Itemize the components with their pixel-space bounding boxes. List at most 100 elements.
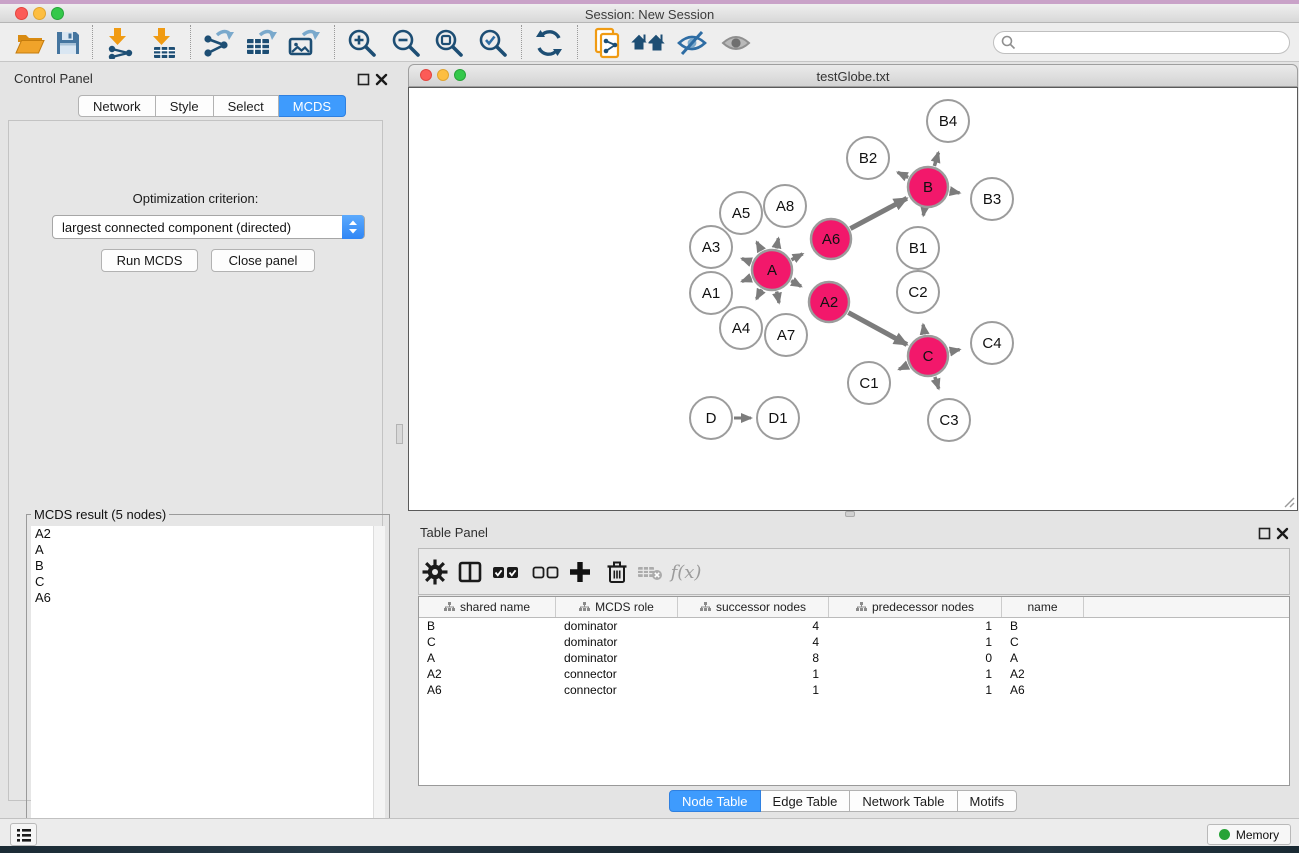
graph-node-A2[interactable]: A2 [809, 282, 849, 322]
mcds-result-list[interactable]: A2ABCA6 [31, 526, 385, 849]
tab-network-table[interactable]: Network Table [850, 790, 957, 812]
graph-edge-A-A4[interactable] [757, 289, 762, 298]
criterion-dropdown[interactable]: largest connected component (directed) [52, 215, 365, 239]
tab-select[interactable]: Select [214, 95, 279, 117]
new-network-from-selection-icon[interactable] [590, 27, 626, 59]
mcds-result-item[interactable]: C [31, 574, 385, 590]
table-cell[interactable]: 1 [678, 666, 829, 682]
scrollbar-track[interactable] [373, 526, 385, 849]
table-cell[interactable]: dominator [556, 634, 678, 650]
table-cell[interactable]: 1 [829, 682, 1002, 698]
graph-edge-B-B3[interactable] [950, 191, 960, 193]
graph-edge-A-A2[interactable] [791, 281, 801, 287]
tab-node-table[interactable]: Node Table [669, 790, 761, 812]
table-cell[interactable]: A2 [1002, 666, 1084, 682]
table-cell[interactable]: 1 [829, 618, 1002, 634]
graph-node-A1[interactable]: A1 [690, 272, 732, 314]
table-row[interactable]: Cdominator41C [419, 634, 1289, 650]
graph-edge-A-A8[interactable] [776, 238, 778, 248]
network-canvas[interactable]: B4B2BB3A8A5A6A3B1AA1C2A2A4A7C4CC1C3DD1 [408, 87, 1298, 511]
graph-node-C3[interactable]: C3 [928, 399, 970, 441]
column-header-predecessor-nodes[interactable]: predecessor nodes [829, 597, 1002, 617]
column-header-successor-nodes[interactable]: successor nodes [678, 597, 829, 617]
mcds-result-item[interactable]: A2 [31, 526, 385, 542]
import-network-icon[interactable] [102, 27, 138, 59]
graph-node-D1[interactable]: D1 [757, 397, 799, 439]
table-cell[interactable]: 4 [678, 634, 829, 650]
table-row[interactable]: Adominator80A [419, 650, 1289, 666]
column-header-shared-name[interactable]: shared name [419, 597, 556, 617]
vertical-split-handle[interactable] [396, 424, 403, 444]
graph-node-B2[interactable]: B2 [847, 137, 889, 179]
graph-edge-A-A7[interactable] [777, 292, 779, 303]
zoom-fit-icon[interactable] [431, 27, 467, 59]
graph-node-C2[interactable]: C2 [897, 271, 939, 313]
resize-grip-icon[interactable] [1281, 494, 1295, 508]
graph-edge-A-A5[interactable] [757, 242, 762, 251]
table-cell[interactable]: 1 [829, 634, 1002, 650]
close-panel-icon[interactable] [375, 73, 388, 86]
table-cell[interactable]: 0 [829, 650, 1002, 666]
graph-node-C4[interactable]: C4 [971, 322, 1013, 364]
graph-edge-B-B1[interactable] [923, 209, 924, 216]
close-panel-icon[interactable] [1276, 527, 1289, 540]
task-history-button[interactable] [10, 823, 37, 846]
table-cell[interactable]: C [1002, 634, 1084, 650]
save-icon[interactable] [50, 27, 86, 59]
mcds-result-item[interactable]: B [31, 558, 385, 574]
table-cell[interactable]: 1 [829, 666, 1002, 682]
close-panel-button[interactable]: Close panel [211, 249, 315, 272]
table-cell[interactable]: connector [556, 682, 678, 698]
table-cell[interactable]: A [419, 650, 556, 666]
tab-network[interactable]: Network [78, 95, 156, 117]
apply-layout-icon[interactable] [531, 27, 567, 59]
graph-node-B[interactable]: B [908, 167, 948, 207]
column-header-mcds-role[interactable]: MCDS role [556, 597, 678, 617]
graph-edge-A2-C[interactable] [848, 313, 907, 345]
gear-icon[interactable] [421, 559, 449, 585]
table-cell[interactable]: 4 [678, 618, 829, 634]
table-row[interactable]: Bdominator41B [419, 618, 1289, 634]
export-table-icon[interactable] [243, 27, 279, 59]
deselect-all-icon[interactable] [532, 559, 560, 585]
show-all-icon[interactable] [718, 27, 754, 59]
graph-node-A8[interactable]: A8 [764, 185, 806, 227]
table-cell[interactable]: dominator [556, 618, 678, 634]
export-image-icon[interactable] [286, 27, 322, 59]
tab-mcds[interactable]: MCDS [279, 95, 346, 117]
table-cell[interactable]: A6 [1002, 682, 1084, 698]
graph-node-A7[interactable]: A7 [765, 314, 807, 356]
graph-node-B3[interactable]: B3 [971, 178, 1013, 220]
graph-edge-A6-B[interactable] [850, 198, 906, 228]
table-cell[interactable]: B [1002, 618, 1084, 634]
home-icon[interactable] [630, 27, 666, 59]
graph-edge-C-C4[interactable] [950, 350, 960, 352]
add-column-icon[interactable] [566, 559, 594, 585]
graph-node-A5[interactable]: A5 [720, 192, 762, 234]
graph-edge-A-A1[interactable] [742, 278, 752, 282]
memory-button[interactable]: Memory [1207, 824, 1291, 845]
open-icon[interactable] [12, 27, 48, 59]
table-cell[interactable]: B [419, 618, 556, 634]
graph-node-D[interactable]: D [690, 397, 732, 439]
select-all-icon[interactable] [492, 559, 520, 585]
run-mcds-button[interactable]: Run MCDS [101, 249, 198, 272]
table-cell[interactable]: A6 [419, 682, 556, 698]
zoom-out-icon[interactable] [388, 27, 424, 59]
tab-motifs[interactable]: Motifs [958, 790, 1018, 812]
graph-edge-A-A6[interactable] [791, 254, 802, 260]
zoom-in-icon[interactable] [344, 27, 380, 59]
search-input[interactable] [993, 31, 1290, 54]
table-cell[interactable]: 1 [678, 682, 829, 698]
graph-edge-B-B4[interactable] [934, 153, 938, 166]
table-row[interactable]: A2connector11A2 [419, 666, 1289, 682]
split-columns-icon[interactable] [456, 559, 484, 585]
graph-node-B1[interactable]: B1 [897, 227, 939, 269]
graph-node-A6[interactable]: A6 [811, 219, 851, 259]
table-row[interactable]: A6connector11A6 [419, 682, 1289, 698]
table-cell[interactable]: connector [556, 666, 678, 682]
table-cell[interactable]: A2 [419, 666, 556, 682]
graph-node-B4[interactable]: B4 [927, 100, 969, 142]
graph-node-A[interactable]: A [752, 250, 792, 290]
table-cell[interactable]: A [1002, 650, 1084, 666]
